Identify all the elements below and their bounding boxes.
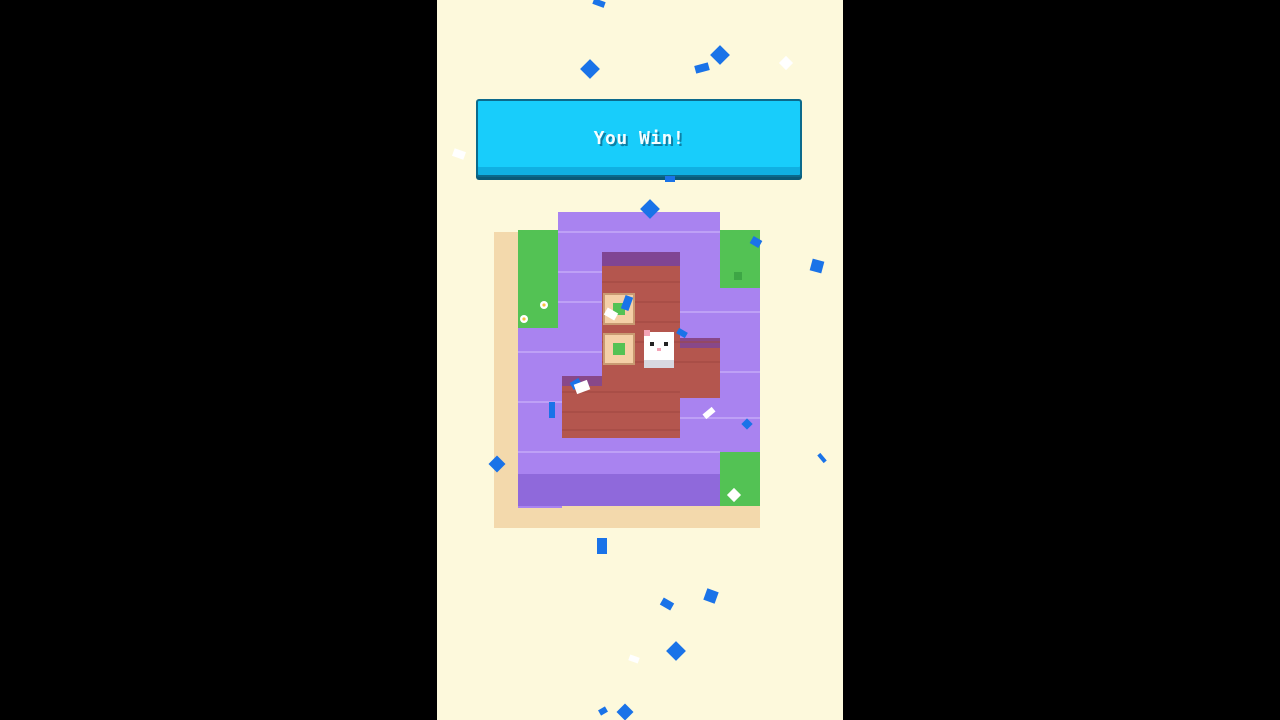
game-screen: You Win! (437, 0, 843, 720)
confetti-icon (451, 55, 794, 664)
confetti-icon (488, 0, 827, 720)
confetti-layer (451, 0, 827, 720)
